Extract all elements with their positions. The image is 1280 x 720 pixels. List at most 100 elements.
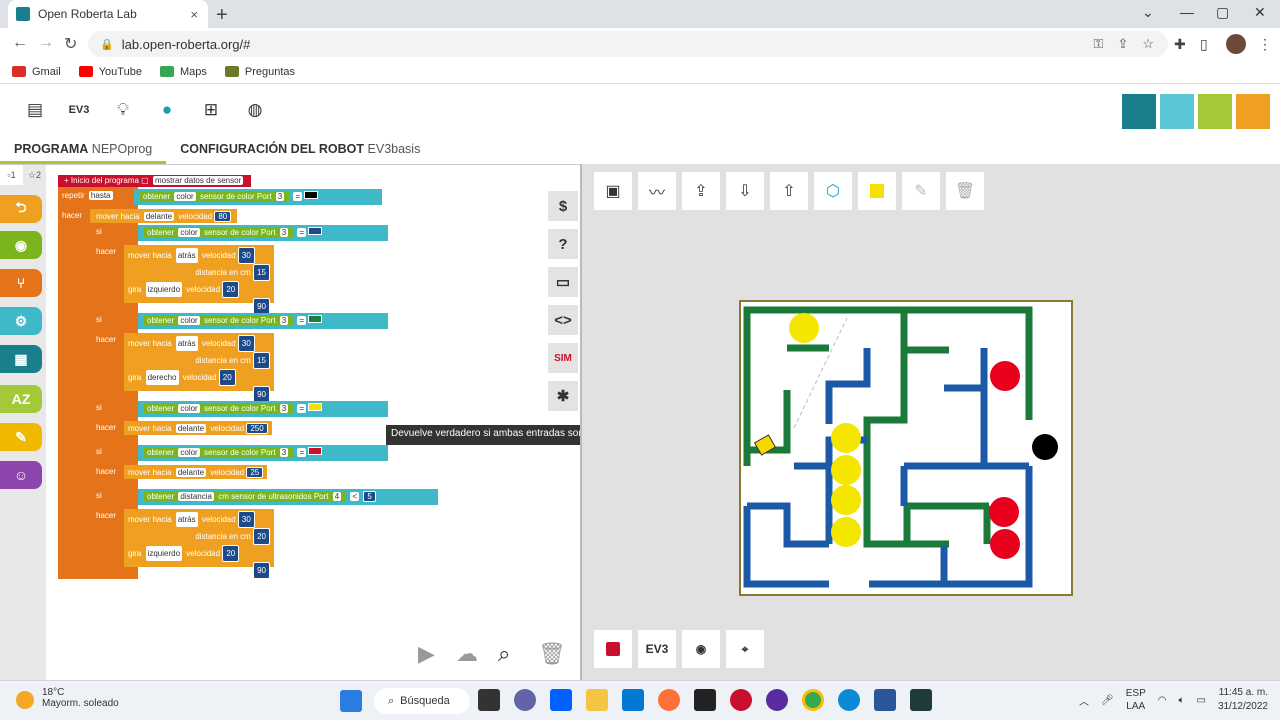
menu-dots-icon[interactable]: ⋮ — [1258, 36, 1272, 53]
app-dark-icon[interactable] — [910, 689, 932, 711]
trash-icon[interactable]: 🗑︎ — [538, 641, 566, 667]
reload-icon[interactable]: ↻ — [64, 34, 77, 54]
info-button[interactable]: ▭ — [548, 267, 578, 297]
tab-search-icon[interactable]: ⌄ — [1142, 4, 1154, 21]
run-icon[interactable]: ▶ — [418, 641, 435, 667]
toolbox-level-1[interactable]: ▫ 1 — [0, 165, 23, 185]
bookmark-gmail[interactable]: Gmail — [12, 66, 61, 78]
upload-icon[interactable]: ⇪ — [682, 172, 720, 210]
sidepanel-icon[interactable]: ▯ — [1200, 36, 1208, 53]
condition-repeat[interactable]: obtener color sensor de color Port 3 = — [134, 189, 382, 205]
menu-icon[interactable]: ▤ — [24, 100, 46, 120]
ev3-sim-button[interactable]: EV3 — [638, 630, 676, 668]
chevron-up-icon[interactable]: ︿ — [1079, 693, 1089, 708]
category-math[interactable]: ▦ — [0, 345, 42, 373]
grid-icon[interactable]: ⊞ — [200, 100, 222, 120]
lightbulb-icon[interactable]: 💡︎ — [112, 100, 134, 120]
lock-icon[interactable]: 🔒 — [100, 38, 114, 51]
source-code-button[interactable]: <> — [548, 305, 578, 335]
move-forward-250[interactable]: mover hacia delante velocidad 250 — [124, 421, 272, 435]
chrome-icon[interactable] — [802, 689, 824, 711]
blockly-workspace[interactable]: ▫ 1 ☆ 2 ⮌ ◉ ⑂ ⚙ ▦ AZ ✎ ☺ + Inicio del prog… — [0, 164, 627, 681]
volume-icon[interactable]: 🔈︎ — [1178, 695, 1184, 706]
stop-icon[interactable] — [594, 630, 632, 668]
download-icon[interactable]: ⇩ — [726, 172, 764, 210]
language-indicator[interactable]: ESP LAA — [1126, 687, 1146, 713]
category-variables[interactable]: ☺ — [0, 461, 42, 489]
minimize-button[interactable]: — — [1180, 4, 1194, 20]
edge-icon[interactable] — [838, 689, 860, 711]
tab-robot-config[interactable]: CONFIGURACIÓN DEL ROBOT EV3basis — [166, 138, 434, 164]
file-explorer-icon[interactable] — [586, 689, 608, 711]
move-forward-25[interactable]: mover hacia delante velocidad 25 — [124, 465, 268, 479]
cloud-upload-icon[interactable]: ☁ — [456, 641, 478, 667]
import-icon[interactable]: ⇧ — [770, 172, 808, 210]
app-purple-icon[interactable] — [766, 689, 788, 711]
color-square-icon[interactable] — [858, 172, 896, 210]
debug-button[interactable]: ✱ — [548, 381, 578, 411]
task-view-icon[interactable] — [478, 689, 500, 711]
browser-tab[interactable]: Open Roberta Lab × — [8, 0, 208, 28]
share-icon[interactable]: ⇪ — [1117, 36, 1128, 52]
condition-1[interactable]: obtener color sensor de color Port 3 = — [138, 225, 388, 241]
help-button[interactable]: ? — [548, 229, 578, 259]
category-text[interactable]: AZ — [0, 385, 42, 413]
key-icon[interactable]: ⚿ — [1094, 36, 1104, 52]
profile-avatar[interactable] — [1226, 34, 1246, 54]
taskbar-search[interactable]: ⌕ Búsqueda — [374, 688, 470, 714]
teams-icon[interactable] — [514, 689, 536, 711]
condition-5[interactable]: obtener distancia cm sensor de ultrasoni… — [138, 489, 438, 505]
wifi-icon[interactable]: ◠ — [1158, 695, 1167, 706]
eyedropper-icon[interactable]: ✎ — [902, 172, 940, 210]
image-icon[interactable]: ▣ — [594, 172, 632, 210]
extensions-icon[interactable]: ✚ — [1174, 36, 1186, 53]
category-control[interactable]: ⑂ — [0, 269, 42, 297]
move-back-turn-1[interactable]: mover hacia atrás velocidad 30 distancia… — [124, 245, 274, 315]
word-icon[interactable] — [874, 689, 896, 711]
sensor-icon[interactable]: ◉ — [682, 630, 720, 668]
move-back-turn-3[interactable]: mover hacia atrás velocidad 30 distancia… — [124, 509, 274, 579]
maze-scene[interactable] — [739, 300, 1073, 596]
condition-3[interactable]: obtener color sensor de color Port 3 = — [138, 401, 388, 417]
amazon-icon[interactable] — [694, 689, 716, 711]
bookmark-preguntas[interactable]: Preguntas — [224, 66, 295, 78]
category-logic[interactable]: ⚙ — [0, 307, 42, 335]
back-icon[interactable]: ← — [12, 34, 28, 52]
star-icon[interactable]: ☆ — [1142, 36, 1154, 52]
category-action[interactable]: ⮌ — [0, 195, 42, 223]
new-tab-button[interactable]: + — [216, 4, 228, 27]
globe-icon[interactable]: ◍ — [244, 100, 266, 120]
toolbox-level-2[interactable]: ☆ 2 — [23, 165, 46, 185]
mail-icon[interactable] — [622, 689, 644, 711]
address-bar[interactable]: 🔒 lab.open-roberta.org/# ⚿ ⇪ ☆ — [88, 31, 1168, 57]
mic-icon[interactable]: 🎤︎ — [1101, 695, 1114, 706]
windows-start-icon[interactable] — [340, 690, 362, 712]
move-back-turn-2[interactable]: mover hacia atrás velocidad 30 distancia… — [124, 333, 274, 403]
close-window-button[interactable]: ✕ — [1254, 4, 1266, 21]
app-red-icon[interactable] — [730, 689, 752, 711]
bookmark-maps[interactable]: Maps — [159, 66, 207, 78]
sim-button[interactable]: SIM — [548, 343, 578, 373]
move-forward-block[interactable]: mover hacia delante velocidad 80 — [90, 209, 238, 223]
firefox-icon[interactable] — [658, 689, 680, 711]
zoom-icon[interactable]: ⌕ — [498, 641, 510, 667]
maximize-button[interactable]: ▢ — [1216, 4, 1229, 21]
ev3-icon[interactable]: EV3 — [68, 104, 90, 116]
condition-4[interactable]: obtener color sensor de color Port 3 = — [138, 445, 388, 461]
category-sensors[interactable]: ◉ — [0, 231, 42, 259]
cube-icon[interactable]: ⬡ — [814, 172, 852, 210]
start-block[interactable]: + Inicio del programa ▢ mostrar datos de… — [58, 175, 252, 187]
condition-2[interactable]: obtener color sensor de color Port 3 = — [138, 313, 388, 329]
user-icon[interactable]: ● — [156, 100, 178, 120]
battery-icon[interactable]: ▭ — [1196, 695, 1205, 706]
bookmark-youtube[interactable]: YouTube — [78, 66, 142, 78]
forward-icon[interactable]: → — [38, 34, 54, 52]
clock[interactable]: 11:45 a. m. 31/12/2022 — [1218, 686, 1268, 714]
tab-close-icon[interactable]: × — [190, 7, 198, 22]
trash-icon[interactable]: 🗑︎ — [946, 172, 984, 210]
code-view-button[interactable]: $ — [548, 191, 578, 221]
category-colors[interactable]: ✎ — [0, 423, 42, 451]
path-icon[interactable]: 〰 — [638, 172, 676, 210]
dropbox-icon[interactable] — [550, 689, 572, 711]
location-icon[interactable]: ⌖ — [726, 630, 764, 668]
